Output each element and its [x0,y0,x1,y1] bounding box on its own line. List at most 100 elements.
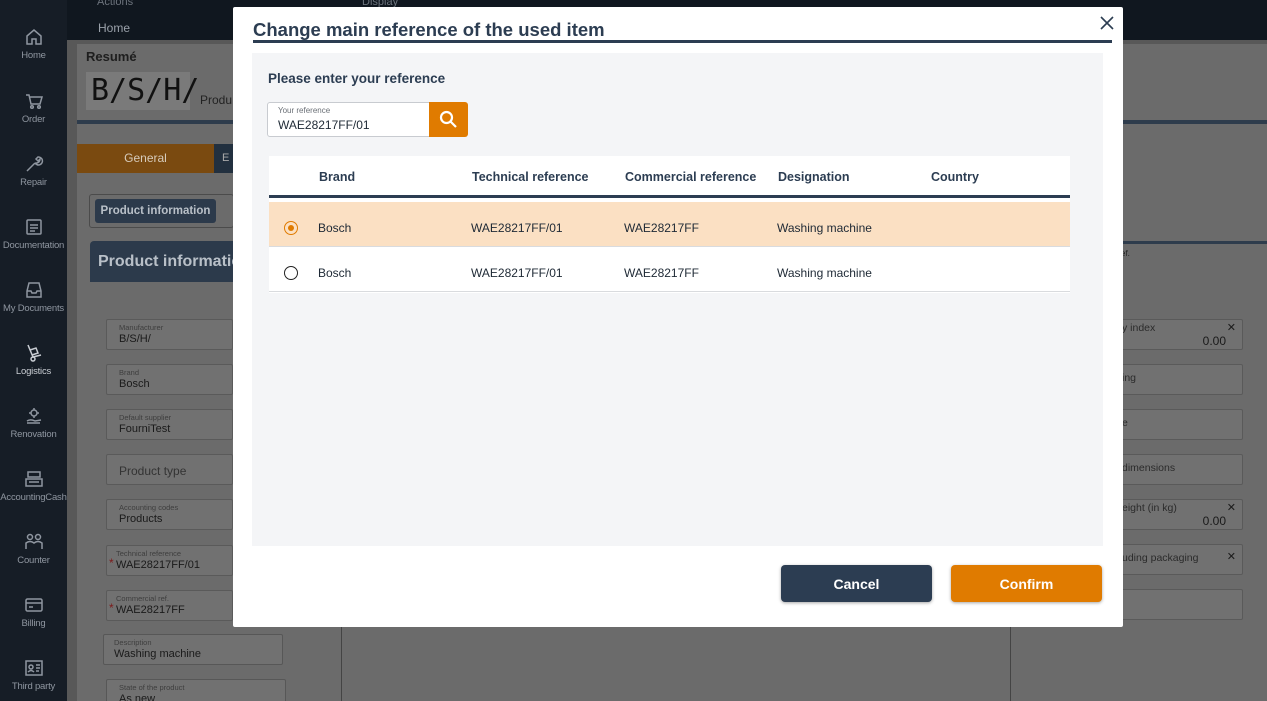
cell-technical-reference: WAE28217FF/01 [471,221,563,235]
field-value: FourniTest [119,423,171,435]
sidebar-item-label: Renovation [10,429,57,440]
confirm-button[interactable]: Confirm [951,565,1102,602]
right-field[interactable] [1121,589,1243,620]
search-button[interactable] [429,102,468,137]
dialog-body: Please enter your reference Your referen… [252,53,1103,546]
field-label: Accounting codes [119,503,179,512]
accounting-codes-field[interactable]: Accounting codes Products [106,499,233,530]
divider [341,627,342,701]
id-card-icon [24,660,43,676]
search-icon [439,110,457,128]
sidebar-item-third-party[interactable]: Third party [0,658,67,701]
cell-designation: Washing machine [777,221,872,235]
field-value: B/S/H/ [119,333,151,345]
cell-brand: Bosch [318,266,352,280]
sidebar-item-label: Documentation [2,240,65,251]
sidebar-item-accountingcash[interactable]: AccountingCash [0,469,67,519]
right-field[interactable]: e [1121,409,1243,440]
product-type-field[interactable]: Product type [106,454,233,485]
gear-hand-icon [26,408,41,424]
close-icon[interactable] [1099,15,1115,31]
table-row[interactable]: Bosch WAE28217FF/01 WAE28217FF Washing m… [269,247,1070,292]
description-field[interactable]: Description Washing machine [103,634,283,665]
tab-e[interactable]: E [214,144,234,173]
cancel-button[interactable]: Cancel [781,565,932,602]
actions-menu[interactable]: Actions [97,0,133,8]
wrench-icon [25,156,43,172]
field-value: 0.00 [1202,514,1226,528]
quality-index-field[interactable]: y index 0.00 ✕ [1121,319,1243,350]
reference-input[interactable] [278,118,423,132]
brand-logo: B/S/H/ [86,72,199,110]
sidebar-item-repair[interactable]: Repair [0,154,67,204]
sidebar-item-counter[interactable]: Counter [0,532,67,582]
sidebar-item-documentation[interactable]: Documentation [0,217,67,267]
field-value: As new [119,693,156,701]
field-label: ing [1122,372,1137,384]
clear-icon[interactable]: ✕ [1227,321,1236,334]
dialog-title: Change main reference of the used item [253,19,605,40]
row-radio[interactable] [284,266,298,280]
packaging-field[interactable]: uding packaging ✕ [1121,544,1243,575]
field-label: dimensions [1122,462,1176,474]
reference-field[interactable]: Your reference [267,102,430,137]
state-select[interactable]: State of the product As new [106,679,286,701]
clear-icon[interactable]: ✕ [1227,501,1236,514]
field-label: Default supplier [119,413,172,422]
field-label: Your reference [278,106,331,115]
weight-field[interactable]: eight (in kg) 0.00 ✕ [1121,499,1243,530]
change-reference-dialog: Change main reference of the used item P… [233,7,1123,627]
sidebar-item-label: My Documents [3,303,64,314]
sidebar-item-logistics[interactable]: Logistics [0,343,67,393]
column-designation[interactable]: Designation [778,170,850,184]
table-row[interactable]: Bosch WAE28217FF/01 WAE28217FF Washing m… [269,202,1070,247]
default-supplier-field[interactable]: Default supplier FourniTest [106,409,233,440]
brand-field[interactable]: Brand Bosch [106,364,233,395]
sidebar-item-my-documents[interactable]: My Documents [0,280,67,330]
field-value: WAE28217FF [116,604,185,616]
field-value: Washing machine [114,648,202,660]
clear-icon[interactable]: ✕ [1227,550,1236,563]
sidebar-item-label: Counter [17,555,50,566]
row-radio[interactable] [284,221,298,235]
field-value: WAE28217FF/01 [116,559,200,571]
right-field[interactable]: ing [1121,364,1243,395]
sidebar-item-home[interactable]: Home [0,27,67,77]
column-brand[interactable]: Brand [319,170,355,184]
manufacturer-field[interactable]: Manufacturer B/S/H/ [106,319,233,350]
field-label: Manufacturer [119,323,164,332]
column-technical-reference[interactable]: Technical reference [472,170,589,184]
hand-truck-icon [26,344,41,362]
sidebar-item-label: Home [21,50,46,61]
inbox-icon [25,282,42,298]
field-value: Products [119,513,163,525]
field-value: Bosch [119,378,150,390]
sidebar-item-order[interactable]: Order [0,91,67,141]
sidebar-item-billing[interactable]: Billing [0,595,67,645]
tab-general[interactable]: General [77,144,214,173]
sidebar-item-label: AccountingCash [0,492,67,503]
sidebar-item-renovation[interactable]: Renovation [0,406,67,456]
cell-designation: Washing machine [777,266,872,280]
people-icon [24,533,43,549]
field-label: Description [114,638,152,647]
product-information-chip[interactable]: Product information [95,199,216,223]
cart-icon [25,94,43,110]
resume-label: Resumé [86,49,137,64]
field-label: uding packaging [1122,552,1199,564]
required-marker: * [109,556,114,570]
column-commercial-reference[interactable]: Commercial reference [625,170,756,184]
home-icon [25,29,42,45]
column-country[interactable]: Country [931,170,979,184]
field-label: Brand [119,368,140,377]
technical-reference-field[interactable]: * Technical reference WAE28217FF/01 [106,545,233,576]
divider [1010,627,1011,701]
dimensions-field[interactable]: dimensions [1121,454,1243,485]
commercial-ref-field[interactable]: * Commercial ref. WAE28217FF [106,590,233,621]
sidebar-item-label: Logistics [15,366,52,377]
divider [1121,241,1267,244]
field-placeholder: Product type [119,464,187,478]
breadcrumb[interactable]: Home [98,21,130,35]
field-label: eight (in kg) [1122,502,1177,514]
field-label: State of the product [119,683,185,692]
